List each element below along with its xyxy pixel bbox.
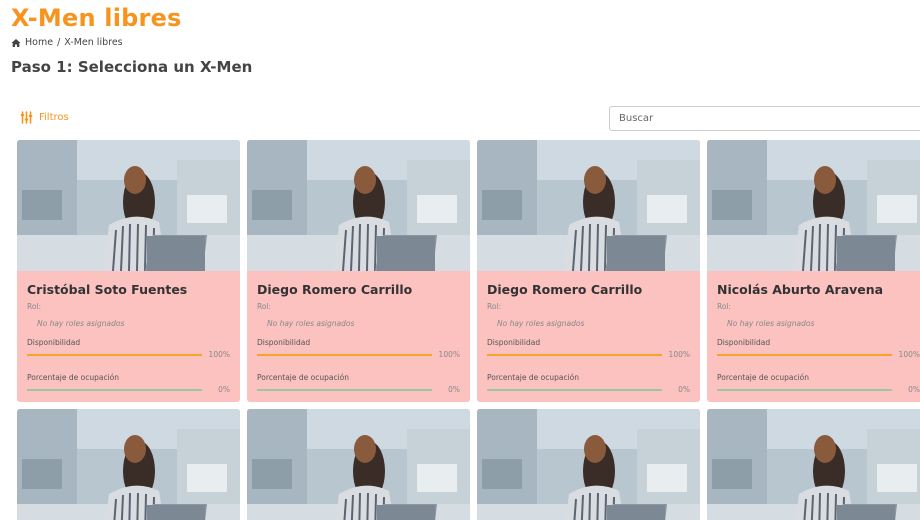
xmen-grid: Cristóbal Soto Fuentes Rol: No hay roles… [17, 140, 920, 520]
page-title: X-Men libres [11, 4, 182, 32]
occupancy-percent: 0% [218, 385, 230, 394]
availability-label: Disponibilidad [257, 338, 311, 347]
xmen-name: Cristóbal Soto Fuentes [27, 282, 188, 297]
search-input[interactable] [609, 106, 920, 131]
availability-label: Disponibilidad [717, 338, 771, 347]
occupancy-bar [257, 388, 432, 391]
role-label: Rol: [257, 302, 272, 311]
occupancy-percent: 0% [448, 385, 460, 394]
xmen-card[interactable] [17, 409, 240, 520]
xmen-card[interactable] [247, 409, 470, 520]
occupancy-label: Porcentaje de ocupación [257, 373, 350, 382]
xmen-name: Nicolás Aburto Aravena [717, 282, 884, 297]
xmen-name: Diego Romero Carrillo [487, 282, 643, 297]
availability-percent: 100% [898, 350, 920, 359]
xmen-card[interactable]: Nicolás Aburto Aravena Rol: No hay roles… [707, 140, 920, 402]
profile-photo [17, 409, 240, 520]
profile-photo [247, 140, 470, 271]
profile-photo [247, 409, 470, 520]
availability-label: Disponibilidad [27, 338, 81, 347]
availability-fill [487, 353, 662, 356]
occupancy-bar [487, 388, 662, 391]
no-roles-text: No hay roles asignados [37, 319, 125, 328]
xmen-card[interactable]: Diego Romero Carrillo Rol: No hay roles … [477, 140, 700, 402]
profile-photo [477, 140, 700, 271]
breadcrumb-current: X-Men libres [64, 37, 123, 48]
no-roles-text: No hay roles asignados [497, 319, 585, 328]
occupancy-bar [717, 388, 892, 391]
occupancy-percent: 0% [908, 385, 920, 394]
role-label: Rol: [487, 302, 502, 311]
role-label: Rol: [717, 302, 732, 311]
occupancy-label: Porcentaje de ocupación [487, 373, 580, 382]
availability-bar [257, 353, 432, 356]
profile-photo [707, 409, 920, 520]
availability-percent: 100% [438, 350, 460, 359]
availability-bar [27, 353, 202, 356]
filters-button[interactable]: Filtros [20, 111, 69, 124]
availability-bar [717, 353, 892, 356]
availability-fill [257, 353, 432, 356]
profile-photo [707, 140, 920, 271]
no-roles-text: No hay roles asignados [267, 319, 355, 328]
sliders-icon [20, 111, 33, 124]
occupancy-label: Porcentaje de ocupación [27, 373, 120, 382]
availability-bar [487, 353, 662, 356]
availability-fill [717, 353, 892, 356]
xmen-name: Diego Romero Carrillo [257, 282, 413, 297]
occupancy-label: Porcentaje de ocupación [717, 373, 810, 382]
filters-label: Filtros [39, 112, 69, 123]
availability-percent: 100% [208, 350, 230, 359]
step-title: Paso 1: Selecciona un X-Men [11, 58, 253, 76]
xmen-card[interactable]: Diego Romero Carrillo Rol: No hay roles … [247, 140, 470, 402]
breadcrumb: Home / X-Men libres [11, 37, 123, 48]
xmen-card[interactable]: Cristóbal Soto Fuentes Rol: No hay roles… [17, 140, 240, 402]
no-roles-text: No hay roles asignados [727, 319, 815, 328]
availability-label: Disponibilidad [487, 338, 541, 347]
profile-photo [17, 140, 240, 271]
availability-percent: 100% [668, 350, 690, 359]
profile-photo [477, 409, 700, 520]
home-icon [11, 38, 21, 47]
xmen-card[interactable] [477, 409, 700, 520]
xmen-card[interactable] [707, 409, 920, 520]
occupancy-bar [27, 388, 202, 391]
breadcrumb-home-link[interactable]: Home [25, 37, 53, 48]
availability-fill [27, 353, 202, 356]
role-label: Rol: [27, 302, 42, 311]
occupancy-percent: 0% [678, 385, 690, 394]
breadcrumb-separator: / [57, 37, 61, 48]
